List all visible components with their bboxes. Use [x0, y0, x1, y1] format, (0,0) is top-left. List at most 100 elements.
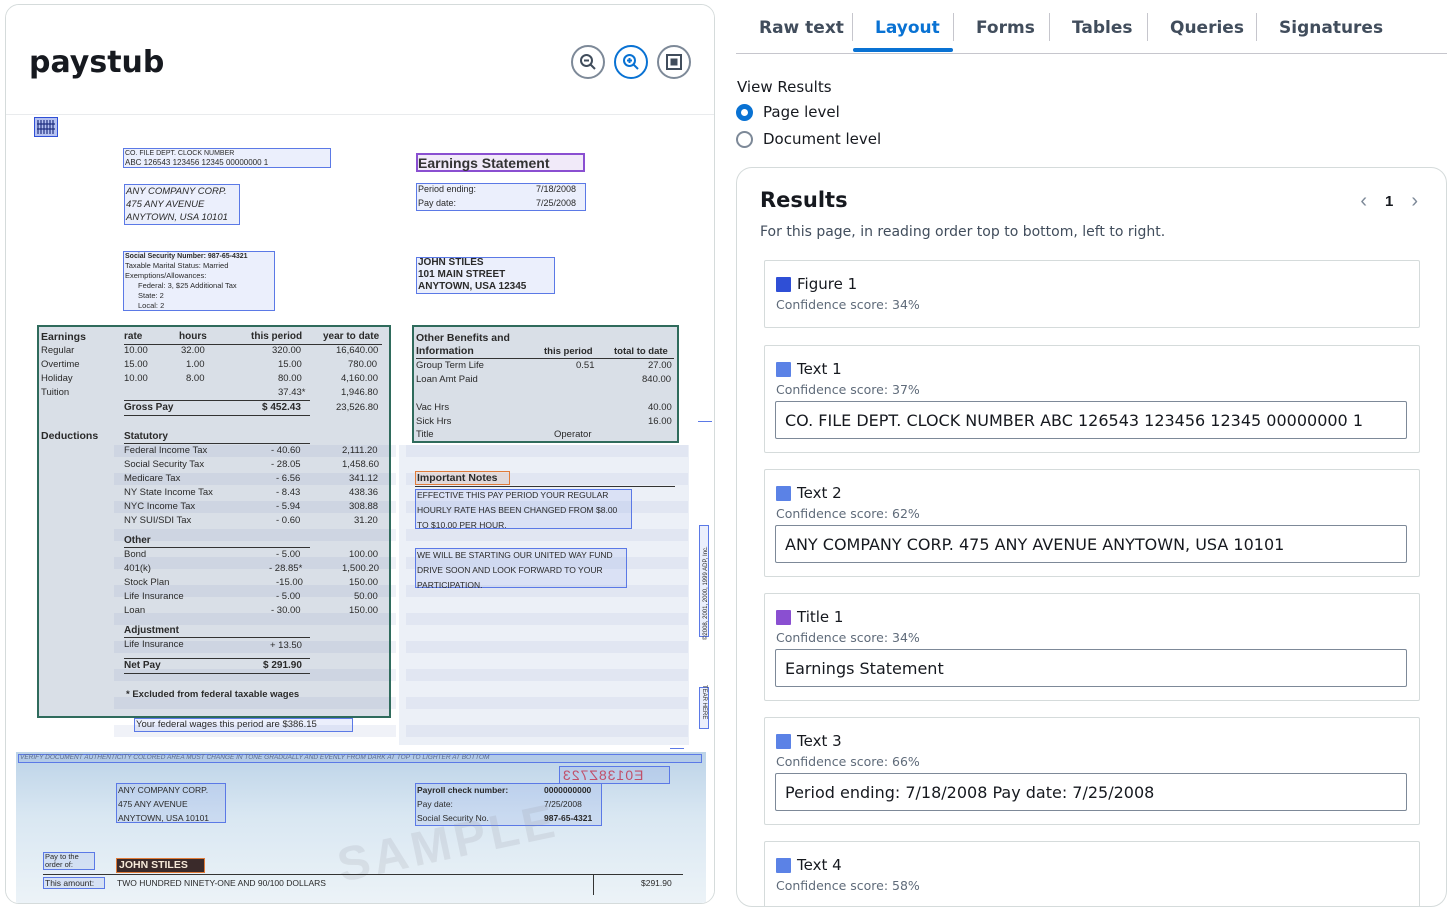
check-company-street: 475 ANY AVENUE [118, 799, 188, 809]
deduction-period: - 0.60 [276, 515, 301, 526]
result-text[interactable]: ANY COMPANY CORP. 475 ANY AVENUE ANYTOWN… [775, 525, 1407, 563]
pagination: ‹ 1 › [1360, 190, 1418, 213]
text-color-swatch [776, 361, 791, 377]
earnings-row-label: Regular [41, 345, 75, 356]
earnings-table-box[interactable] [37, 325, 391, 718]
result-text[interactable]: CO. FILE DEPT. CLOCK NUMBER ABC 126543 1… [775, 401, 1407, 439]
result-card-title-1[interactable]: Title 1 Confidence score: 34% Earnings S… [764, 593, 1420, 701]
exemptions: Exemptions/Allowances: [125, 271, 207, 280]
benefits-col-total: total to date [614, 346, 668, 357]
deduction-ytd: 2,111.20 [342, 445, 378, 456]
benefits-title-2: Information [416, 345, 474, 357]
earnings-row-rate: 10.00 [124, 373, 148, 384]
earnings-row-hours: 8.00 [186, 373, 205, 384]
other-deduction-ytd: 150.00 [349, 605, 379, 616]
view-results-label: View Results [737, 78, 832, 96]
note-2-line: DRIVE SOON AND LOOK FORWARD TO YOUR [417, 565, 603, 575]
earnings-row-period: 37.43* [278, 387, 306, 398]
tab-queries[interactable]: Queries [1170, 18, 1244, 38]
local-exemption: Local: 2 [138, 301, 165, 310]
results-panel: Results For this page, in reading order … [736, 167, 1447, 907]
other-deduction-label: Stock Plan [124, 577, 170, 588]
deduction-ytd: 308.88 [349, 501, 379, 512]
result-score: Confidence score: 37% [776, 382, 920, 397]
result-score: Confidence score: 66% [776, 754, 920, 769]
earnings-statement-title: Earnings Statement [418, 155, 550, 171]
check-banner: VERIFY DOCUMENT AUTHENTICITY COLORED ARE… [20, 754, 490, 761]
earnings-row-period: 15.00 [278, 359, 302, 370]
earnings-row-period: 320.00 [272, 345, 302, 356]
radio-page-level[interactable]: Page level [736, 103, 840, 121]
page-number[interactable]: 1 [1385, 193, 1393, 210]
radio-document-level-label: Document level [763, 130, 882, 148]
earnings-row-label: Tuition [41, 387, 70, 398]
chevron-left-icon[interactable]: ‹ [1360, 190, 1367, 213]
benefits-row-label: Loan Amt Paid [416, 374, 478, 385]
result-text[interactable]: Period ending: 7/18/2008 Pay date: 7/25/… [775, 773, 1407, 811]
other-deduction-label: Life Insurance [124, 591, 184, 602]
tab-raw-text[interactable]: Raw text [759, 18, 844, 38]
result-card-text-4[interactable]: Text 4 Confidence score: 58% [764, 841, 1420, 906]
deduction-period: - 6.56 [276, 473, 301, 484]
deduction-ytd: 438.36 [349, 487, 379, 498]
company-street: 475 ANY AVENUE [126, 199, 205, 210]
document-title: paystub [29, 45, 165, 80]
radio-document-level[interactable]: Document level [736, 130, 881, 148]
employee-city: ANYTOWN, USA 12345 [418, 281, 527, 292]
marital-status: Taxable Marital Status: Married [125, 261, 229, 270]
tab-tables[interactable]: Tables [1072, 18, 1133, 38]
zoom-in-button[interactable] [614, 45, 648, 79]
result-card-text-3[interactable]: Text 3 Confidence score: 66% Period endi… [764, 717, 1420, 825]
note-2-line: PARTICIPATION. [417, 580, 483, 590]
tab-signatures[interactable]: Signatures [1279, 18, 1383, 38]
tab-forms[interactable]: Forms [976, 18, 1035, 38]
zoom-out-icon [580, 54, 596, 70]
active-tab-indicator [853, 48, 953, 52]
zoom-out-button[interactable] [571, 45, 605, 79]
chevron-right-icon[interactable]: › [1411, 190, 1418, 213]
note-1-line: TO $10.00 PER HOUR. [417, 520, 507, 530]
title-color-swatch [776, 609, 791, 625]
ssn-line: Social Security Number: 987-65-4321 [125, 253, 248, 260]
result-label: Text 1 [797, 360, 842, 378]
gross-pay-ytd: 23,526.80 [336, 402, 379, 413]
document-viewer: paystub CO. FILE DEPT. CLOCK NUMBER ABC … [5, 4, 715, 904]
hours-header: hours [179, 331, 207, 342]
this-period-header: this period [251, 331, 303, 342]
gross-pay-value: $ 452.43 [262, 402, 301, 413]
benefits-col-period: this period [544, 346, 593, 357]
result-card-text-2[interactable]: Text 2 Confidence score: 62% ANY COMPANY… [764, 469, 1420, 577]
deduction-period: - 28.05 [271, 459, 301, 470]
order-of-label: order of: [45, 860, 73, 869]
tab-layout[interactable]: Layout [875, 18, 940, 38]
note-1-line: EFFECTIVE THIS PAY PERIOD YOUR REGULAR [417, 490, 609, 500]
other-deduction-label: Loan [124, 605, 146, 616]
deduction-label: Social Security Tax [124, 459, 205, 470]
net-pay-label: Net Pay [124, 660, 161, 671]
benefits-row-total: 27.00 [648, 360, 672, 371]
result-card-figure-1[interactable]: Figure 1 Confidence score: 34% [764, 260, 1420, 328]
benefits-row-label: Group Term Life [416, 360, 484, 371]
fit-page-button[interactable] [657, 45, 691, 79]
benefits-row-label: Vac Hrs [416, 402, 450, 413]
tear-here-label: TEAR HERE [701, 685, 707, 720]
result-card-text-1[interactable]: Text 1 Confidence score: 37% CO. FILE DE… [764, 345, 1420, 453]
other-label: Other [124, 535, 151, 546]
employee-name: JOHN STILES [418, 257, 484, 268]
gross-pay-label: Gross Pay [124, 402, 174, 413]
other-deduction-label: Bond [124, 549, 147, 560]
other-deduction-period: - 5.00 [276, 549, 301, 560]
employee-street: 101 MAIN STREET [418, 269, 506, 280]
earnings-row-label: Holiday [41, 373, 73, 384]
adjustment-label: Adjustment [124, 625, 179, 636]
radio-unselected-icon[interactable] [736, 130, 753, 148]
earnings-row-period: 80.00 [278, 373, 302, 384]
other-deduction-period: - 28.85* [269, 563, 303, 574]
earnings-row-hours: 32.00 [181, 345, 205, 356]
result-text[interactable]: Earnings Statement [775, 649, 1407, 687]
results-description: For this page, in reading order top to b… [760, 224, 1166, 240]
earnings-header: Earnings [41, 331, 86, 343]
figure-color-swatch [776, 276, 791, 292]
pay-date-value: 7/25/2008 [536, 198, 577, 208]
radio-selected-icon[interactable] [736, 103, 753, 121]
